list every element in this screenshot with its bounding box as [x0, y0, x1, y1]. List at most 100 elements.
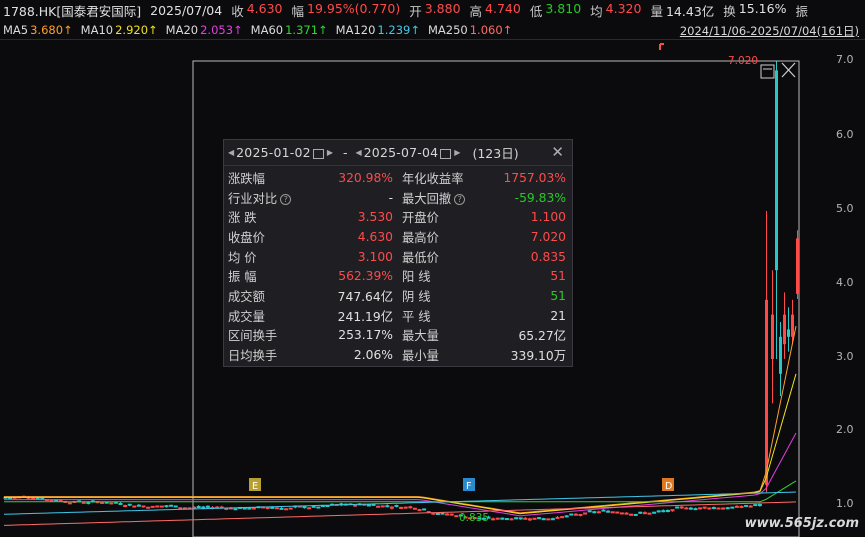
- candle: [721, 507, 726, 510]
- stat-label: 行业对比?: [224, 188, 298, 208]
- candle: [707, 507, 712, 510]
- stats-row: 行业对比? - 最大回撤? -59.83%: [224, 188, 570, 208]
- stats-row: 日均换手 2.06% 最小量 339.10万: [224, 345, 570, 365]
- candle: [601, 509, 606, 512]
- candle: [58, 499, 63, 502]
- stat-value: 562.39%: [338, 269, 393, 284]
- start-date-input[interactable]: 2025-01-02: [236, 145, 311, 160]
- candle: [141, 505, 146, 508]
- price-tick: 2.0: [836, 423, 854, 436]
- candle: [564, 515, 569, 518]
- ma-line: [3, 501, 797, 526]
- high-price: 4.740: [485, 1, 521, 16]
- candle: [366, 504, 371, 507]
- ma10: MA10 2.920↑: [80, 23, 158, 37]
- stat-label: 平 线: [402, 309, 431, 324]
- ma5: MA5 3.680↑: [3, 23, 73, 37]
- candle: [67, 502, 72, 505]
- stats-row: 涨 跌 3.530 开盘价 1.100: [224, 207, 570, 227]
- stats-row: 收盘价 4.630 最高价 7.020: [224, 227, 570, 247]
- stock-symbol[interactable]: 1788.HK[国泰君安国际]: [3, 1, 141, 20]
- stats-row: 涨跌幅 320.98% 年化收益率 1757.03%: [224, 168, 570, 188]
- event-marker-d[interactable]: D: [662, 478, 674, 492]
- stats-row: 振 幅 562.39% 阳 线 51: [224, 266, 570, 286]
- candle: [509, 518, 514, 521]
- candle: [408, 506, 413, 509]
- candle: [541, 518, 546, 521]
- candle: [288, 507, 293, 510]
- close-selection-icon[interactable]: [781, 62, 796, 78]
- close-price: 4.630: [246, 1, 283, 16]
- candle: [353, 504, 358, 507]
- candle: [753, 504, 758, 507]
- candle: [146, 506, 151, 509]
- stat-label: 最大量: [402, 329, 439, 344]
- candle: [693, 508, 698, 511]
- start-next-icon[interactable]: ▶: [327, 148, 333, 157]
- candle: [394, 504, 399, 507]
- candle: [385, 505, 390, 508]
- date-range-link[interactable]: 2024/11/06-2025/07/04(161日): [679, 23, 859, 39]
- candle: [403, 506, 408, 509]
- candle: [606, 510, 611, 513]
- ma20: MA20 2.053↑: [165, 23, 243, 37]
- end-prev-icon[interactable]: ◀: [355, 148, 361, 157]
- volume: 14.43亿: [665, 4, 715, 19]
- interval-stats-popup: ◀ 2025-01-02 ▶ - ◀ 2025-07-04 ▶ (123日) ✕…: [223, 139, 573, 367]
- start-prev-icon[interactable]: ◀: [228, 148, 234, 157]
- candle: [136, 504, 141, 507]
- stat-label: 开盘价: [402, 211, 439, 226]
- stat-label: 年化收益率: [402, 171, 464, 186]
- maximize-icon[interactable]: [760, 64, 775, 79]
- stat-value: 1757.03%: [503, 170, 566, 185]
- candle: [311, 505, 316, 508]
- candle: [555, 516, 560, 519]
- help-icon[interactable]: ?: [454, 193, 466, 205]
- close-icon[interactable]: ✕: [551, 143, 564, 161]
- price-tick: 4.0: [836, 276, 854, 289]
- price-tick: 3.0: [836, 350, 854, 363]
- calendar-icon[interactable]: [312, 148, 324, 159]
- candle: [783, 314, 786, 345]
- candle: [307, 507, 312, 510]
- ma-line: [3, 491, 797, 515]
- stat-label: 成交量: [228, 309, 265, 324]
- stats-row: 成交额 747.64亿阴 线 51: [224, 286, 570, 306]
- candle: [159, 505, 164, 508]
- event-marker-e[interactable]: E: [249, 478, 261, 492]
- stat-label: 阳 线: [402, 270, 431, 285]
- end-next-icon[interactable]: ▶: [454, 148, 460, 157]
- candle: [748, 505, 753, 508]
- calendar-icon[interactable]: [440, 148, 452, 159]
- candle: [100, 501, 105, 504]
- event-marker-f[interactable]: F: [463, 478, 475, 492]
- stat-value: 7.020: [530, 229, 566, 244]
- price-tick: 5.0: [836, 202, 854, 215]
- candle: [615, 511, 620, 514]
- help-icon[interactable]: ?: [280, 193, 292, 205]
- candle: [698, 507, 703, 510]
- candle: [169, 504, 174, 507]
- candle: [688, 507, 693, 510]
- candle: [629, 513, 634, 516]
- candle: [242, 507, 247, 510]
- candle: [592, 511, 597, 514]
- stat-value: -: [388, 190, 393, 205]
- candle: [205, 505, 210, 508]
- end-date-input[interactable]: 2025-07-04: [364, 145, 439, 160]
- stat-value: 21: [550, 308, 566, 323]
- stat-value: 4.630: [357, 229, 393, 244]
- candle: [573, 513, 578, 516]
- candle: [725, 507, 730, 510]
- candle: [569, 513, 574, 516]
- open-price: 3.880: [424, 1, 461, 16]
- stat-label: 最大回撤?: [396, 188, 472, 208]
- candle: [518, 517, 523, 520]
- min-price-label: 0.835: [459, 512, 489, 524]
- candle: [150, 505, 155, 508]
- stat-value: 320.98%: [338, 170, 393, 185]
- candle: [270, 506, 275, 509]
- candle: [440, 512, 445, 515]
- candle: [412, 507, 417, 510]
- candle: [734, 505, 739, 508]
